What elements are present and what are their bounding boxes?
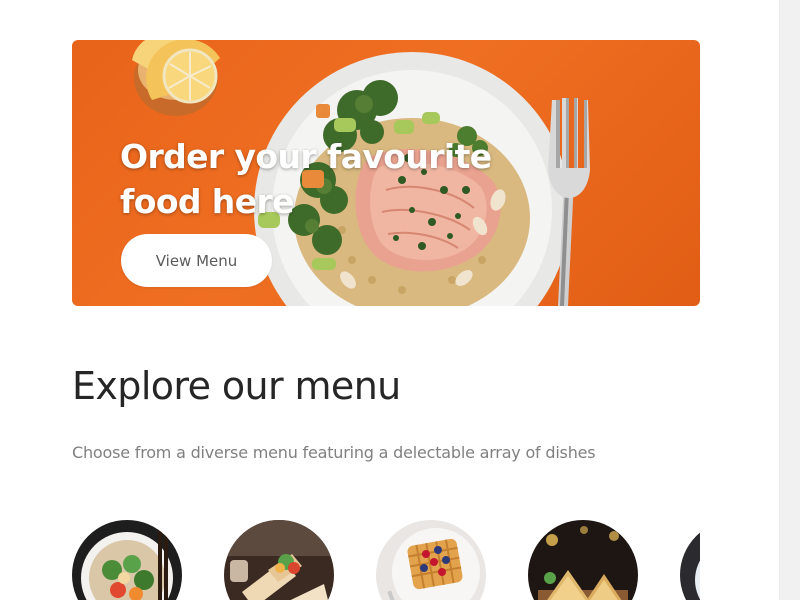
menu-category-desserts[interactable] bbox=[376, 520, 486, 600]
menu-category-sandwich[interactable] bbox=[528, 520, 638, 600]
bowl-image bbox=[680, 520, 700, 600]
menu-section-title: Explore our menu bbox=[72, 364, 401, 408]
menu-category-wraps[interactable] bbox=[224, 520, 334, 600]
hero-title: Order your favourite food here bbox=[120, 137, 492, 221]
menu-category-list bbox=[72, 520, 700, 600]
view-menu-button[interactable]: View Menu bbox=[121, 234, 272, 287]
menu-section-subtitle: Choose from a diverse menu featuring a d… bbox=[72, 443, 596, 462]
waffle-image bbox=[376, 520, 486, 600]
wraps-image bbox=[224, 520, 334, 600]
menu-category-salad[interactable] bbox=[72, 520, 182, 600]
page: Order your favourite food here View Menu… bbox=[0, 0, 800, 600]
sandwich-image bbox=[528, 520, 638, 600]
salad-bowl-image bbox=[72, 520, 182, 600]
scrollbar-track[interactable] bbox=[779, 0, 800, 600]
menu-category-pure-veg[interactable] bbox=[680, 520, 700, 600]
hero-banner: Order your favourite food here View Menu bbox=[72, 40, 700, 306]
